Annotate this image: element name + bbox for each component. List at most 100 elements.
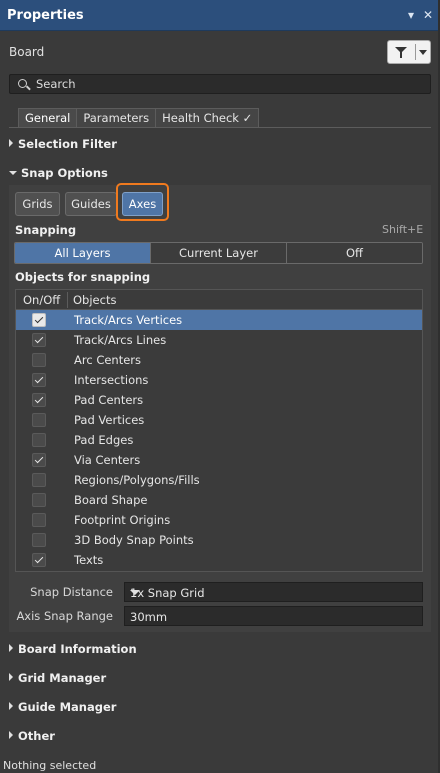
section-board-information[interactable]: Board Information <box>9 642 137 656</box>
tab-divider <box>9 127 431 128</box>
section-guide-manager[interactable]: Guide Manager <box>9 700 116 714</box>
expand-icon <box>9 702 13 710</box>
table-row[interactable]: Intersections <box>16 370 422 390</box>
object-name: Track/Arcs Lines <box>74 333 167 347</box>
table-row[interactable]: Via Centers <box>16 450 422 470</box>
axis-snap-range-label: Axis Snap Range <box>16 609 113 623</box>
section-label: Guide Manager <box>18 700 117 714</box>
checkbox[interactable] <box>32 373 46 387</box>
snap-objects-table: On/Off Objects Track/Arcs Vertices Track… <box>15 289 423 572</box>
check-icon <box>34 454 44 464</box>
column-header-on-off[interactable]: On/Off <box>23 293 60 307</box>
object-name: Intersections <box>74 373 149 387</box>
snapping-mode-selector: All Layers Current Layer Off <box>14 242 423 264</box>
panel-menu-icon[interactable]: ▾ <box>408 8 414 22</box>
tab-health-check[interactable]: Health Check ✓ <box>155 108 260 128</box>
section-label: Grid Manager <box>18 671 107 685</box>
guides-button[interactable]: Guides <box>65 192 117 216</box>
section-other[interactable]: Other <box>9 729 55 743</box>
checkbox[interactable] <box>32 353 46 367</box>
tab-bar: General Parameters Health Check ✓ <box>18 108 260 128</box>
checkbox[interactable] <box>32 533 46 547</box>
axis-snap-range-input[interactable] <box>130 609 415 624</box>
checkbox[interactable] <box>32 453 46 467</box>
table-row[interactable]: Pad Edges <box>16 430 422 450</box>
snapping-shortcut: Shift+E <box>382 223 424 236</box>
section-selection-filter[interactable]: Selection Filter <box>9 137 117 151</box>
search-icon-handle <box>26 85 31 91</box>
checkbox[interactable] <box>32 513 46 527</box>
check-icon <box>34 554 44 564</box>
table-row[interactable]: Footprint Origins <box>16 510 422 530</box>
column-header-objects[interactable]: Objects <box>73 293 116 307</box>
snap-distance-label: Snap Distance <box>30 585 113 599</box>
status-text: Nothing selected <box>3 759 97 772</box>
object-name: Texts <box>74 553 104 567</box>
chevron-down-icon[interactable] <box>130 590 140 595</box>
object-name: Pad Edges <box>74 433 134 447</box>
object-name: Via Centers <box>74 453 141 467</box>
checkbox[interactable] <box>32 413 46 427</box>
chevron-down-icon[interactable] <box>419 50 427 55</box>
button-separator <box>415 44 416 60</box>
checkbox[interactable] <box>32 493 46 507</box>
panel-title: Properties <box>7 8 84 23</box>
table-row[interactable]: Track/Arcs Lines <box>16 330 422 350</box>
axis-snap-range-field[interactable] <box>124 606 423 626</box>
table-row[interactable]: Texts <box>16 550 422 570</box>
grids-button[interactable]: Grids <box>15 192 60 216</box>
section-label: Other <box>18 729 55 743</box>
object-name: Regions/Polygons/Fills <box>74 473 200 487</box>
section-label: Selection Filter <box>18 137 117 151</box>
table-row[interactable]: Arc Centers <box>16 350 422 370</box>
snap-distance-value: 1x Snap Grid <box>130 586 205 600</box>
mode-all-layers[interactable]: All Layers <box>15 243 151 263</box>
checkbox[interactable] <box>32 393 46 407</box>
snap-distance-select[interactable]: 1x Snap Grid <box>124 582 423 602</box>
checkbox[interactable] <box>32 553 46 567</box>
checkbox[interactable] <box>32 433 46 447</box>
table-row[interactable]: Regions/Polygons/Fills <box>16 470 422 490</box>
section-snap-options[interactable]: Snap Options <box>9 166 108 180</box>
expand-icon <box>9 673 13 681</box>
expand-icon <box>9 731 13 739</box>
mode-off[interactable]: Off <box>287 243 422 263</box>
object-name: Pad Centers <box>74 393 144 407</box>
section-label: Snap Options <box>21 166 108 180</box>
expand-icon <box>9 644 13 652</box>
checkbox[interactable] <box>32 313 46 327</box>
object-type-label: Board <box>9 45 45 59</box>
table-row[interactable]: Board Shape <box>16 490 422 510</box>
close-icon[interactable]: ✕ <box>423 8 433 22</box>
mode-current-layer[interactable]: Current Layer <box>151 243 287 263</box>
check-icon <box>34 334 44 344</box>
object-name: Pad Vertices <box>74 413 145 427</box>
checkbox[interactable] <box>32 473 46 487</box>
section-label: Board Information <box>18 642 137 656</box>
table-row[interactable]: Track/Arcs Vertices <box>16 310 422 330</box>
object-name: Arc Centers <box>74 353 142 367</box>
axes-highlight-callout <box>116 183 169 221</box>
panel-titlebar: Properties ▾ ✕ <box>0 0 440 31</box>
checkbox[interactable] <box>32 333 46 347</box>
tab-parameters[interactable]: Parameters <box>76 108 157 128</box>
check-icon <box>34 314 44 324</box>
table-header: On/Off Objects <box>16 290 422 310</box>
search-input[interactable] <box>36 76 426 92</box>
table-row[interactable]: Pad Centers <box>16 390 422 410</box>
search-box[interactable] <box>9 74 431 94</box>
objects-for-snapping-label: Objects for snapping <box>15 270 151 284</box>
object-name: Track/Arcs Vertices <box>74 313 183 327</box>
object-name: 3D Body Snap Points <box>74 533 194 547</box>
object-name: Footprint Origins <box>74 513 171 527</box>
table-row[interactable]: Pad Vertices <box>16 410 422 430</box>
table-row[interactable]: 3D Body Snap Points <box>16 530 422 550</box>
collapse-icon <box>9 171 17 175</box>
column-divider <box>67 292 68 308</box>
selection-filter-button[interactable] <box>387 40 431 64</box>
expand-icon <box>9 139 13 147</box>
section-grid-manager[interactable]: Grid Manager <box>9 671 106 685</box>
funnel-stem <box>400 52 402 58</box>
check-icon <box>34 394 44 404</box>
tab-general[interactable]: General <box>18 108 78 128</box>
